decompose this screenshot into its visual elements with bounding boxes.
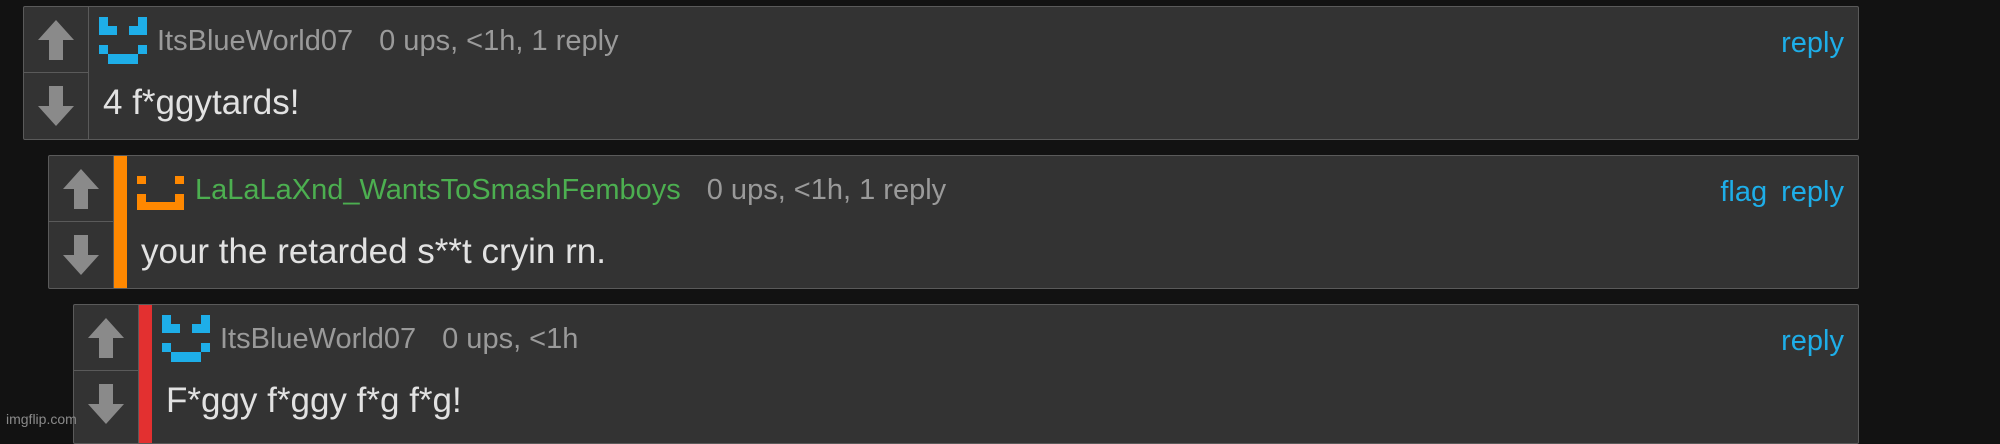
thread-stripe [139, 305, 152, 443]
arrow-down-icon [38, 86, 74, 126]
reply-link[interactable]: reply [1781, 325, 1844, 358]
comment-actions: flag reply [1720, 176, 1844, 209]
comment-meta: 0 ups, <1h [442, 322, 579, 355]
arrow-down-icon [63, 235, 99, 275]
reply-link[interactable]: reply [1781, 27, 1844, 60]
comment-actions: reply [1781, 325, 1844, 358]
comment-content: ItsBlueWorld07 0 ups, <1h reply F*ggy f*… [152, 305, 1858, 443]
comment: LaLaLaXnd_WantsToSmashFemboys 0 ups, <1h… [48, 155, 1859, 289]
comment-header: ItsBlueWorld07 0 ups, <1h, 1 reply [97, 17, 619, 64]
vote-column [74, 305, 139, 443]
upvote-button[interactable] [24, 7, 88, 73]
comment-content: ItsBlueWorld07 0 ups, <1h, 1 reply reply… [89, 7, 1858, 139]
watermark: imgflip.com [6, 411, 77, 427]
comment-meta: 0 ups, <1h, 1 reply [379, 24, 619, 57]
comment-meta: 0 ups, <1h, 1 reply [706, 173, 947, 206]
thread-stripe [114, 156, 127, 288]
comment-text: 4 f*ggytards! [103, 83, 300, 122]
comment: ItsBlueWorld07 0 ups, <1h reply F*ggy f*… [73, 304, 1859, 444]
upvote-button[interactable] [49, 156, 113, 222]
arrow-up-icon [63, 168, 99, 209]
arrow-up-icon [88, 317, 124, 358]
username[interactable]: ItsBlueWorld07 [220, 323, 416, 356]
upvote-button[interactable] [74, 305, 138, 371]
flag-link[interactable]: flag [1720, 176, 1767, 209]
comment-text: F*ggy f*ggy f*g f*g! [166, 381, 462, 420]
downvote-button[interactable] [74, 371, 138, 437]
reply-link[interactable]: reply [1781, 176, 1844, 209]
username[interactable]: LaLaLaXnd_WantsToSmashFemboys [195, 174, 681, 207]
downvote-button[interactable] [49, 222, 113, 288]
arrow-down-icon [88, 384, 124, 424]
downvote-button[interactable] [24, 73, 88, 139]
blue-pixel-smiley-icon [162, 315, 210, 362]
comment-content: LaLaLaXnd_WantsToSmashFemboys 0 ups, <1h… [127, 156, 1858, 288]
comment-header: ItsBlueWorld07 0 ups, <1h [160, 315, 579, 362]
comment: ItsBlueWorld07 0 ups, <1h, 1 reply reply… [23, 6, 1859, 140]
comment-header: LaLaLaXnd_WantsToSmashFemboys 0 ups, <1h… [135, 168, 946, 212]
comment-actions: reply [1781, 27, 1844, 60]
orange-pixel-face-icon [137, 176, 184, 210]
blue-pixel-smiley-icon [99, 17, 147, 64]
arrow-up-icon [38, 19, 74, 60]
vote-column [49, 156, 114, 288]
username[interactable]: ItsBlueWorld07 [157, 25, 353, 58]
vote-column [24, 7, 89, 139]
comment-text: your the retarded s**t cryin rn. [141, 232, 606, 271]
